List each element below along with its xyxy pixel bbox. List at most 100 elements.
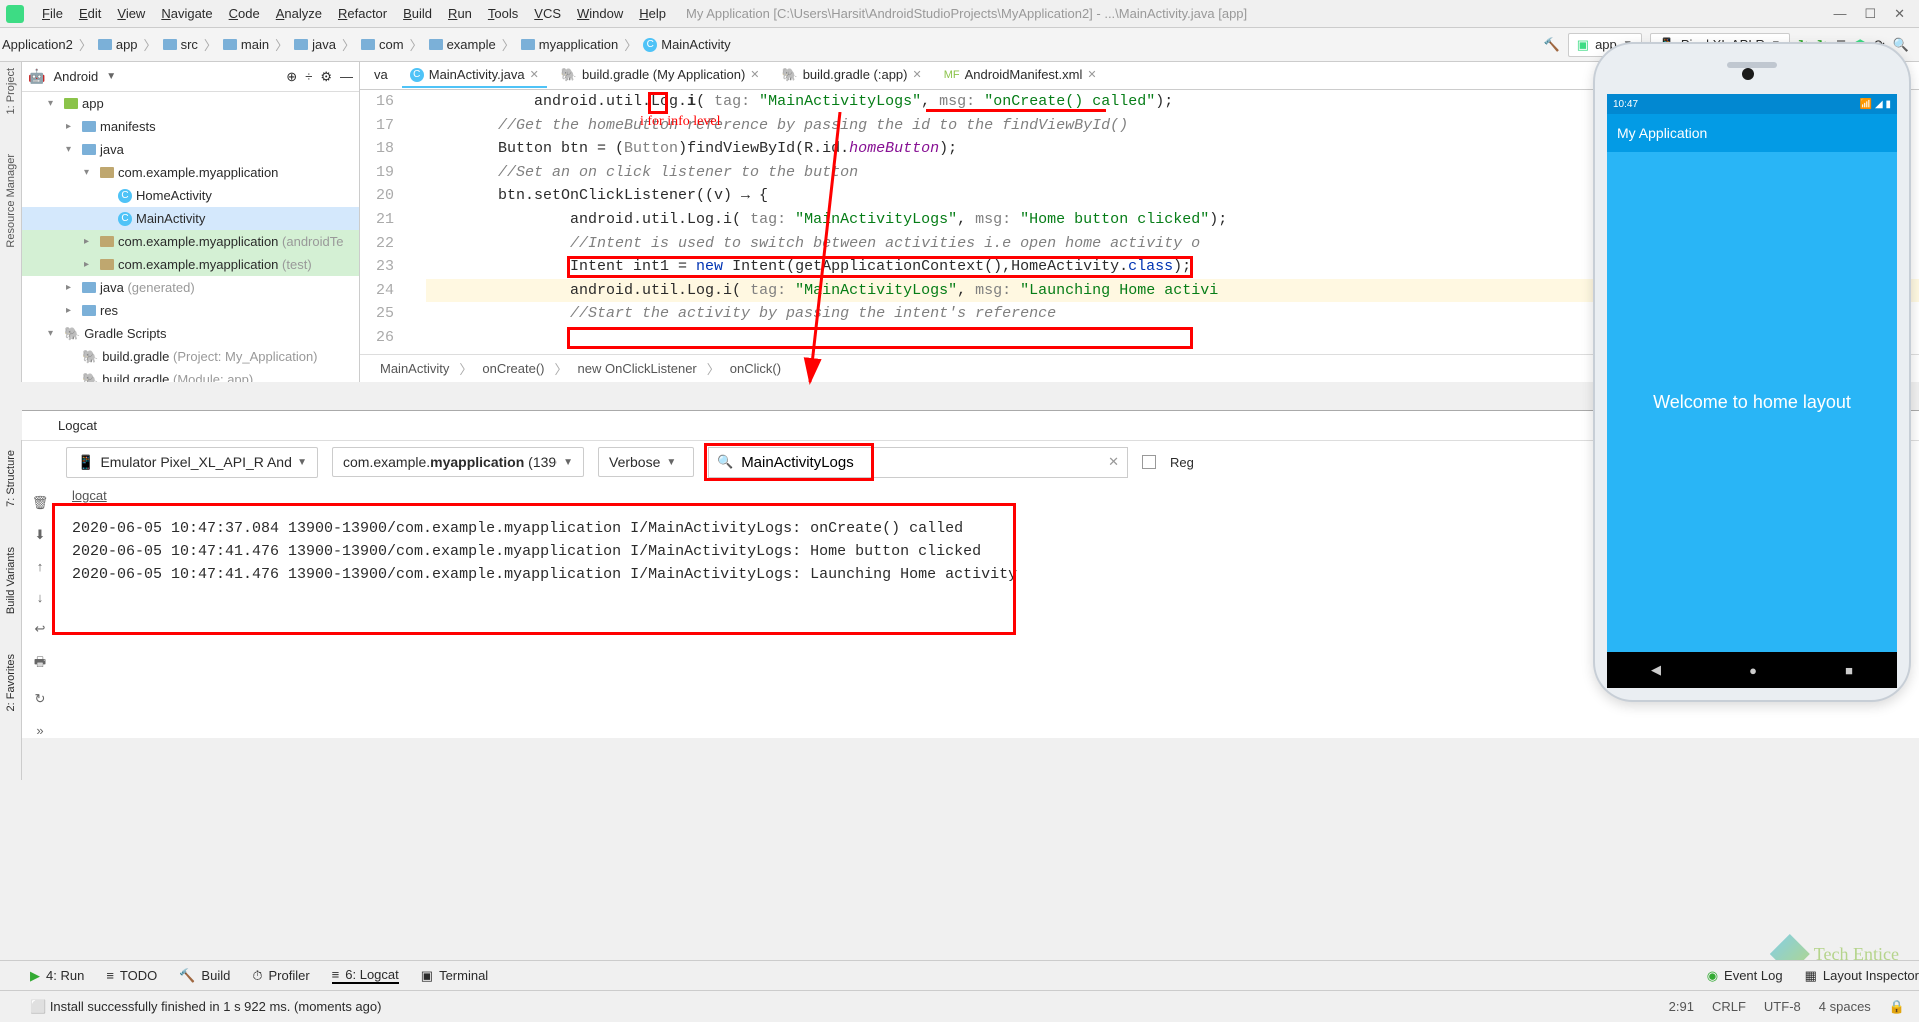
tree-node[interactable]: ▸java (generated) xyxy=(22,276,359,299)
tab-buildgradle-app[interactable]: 🐘build.gradle (:app)✕ xyxy=(774,63,930,89)
project-tree[interactable]: ▾app▸manifests▾java▾com.example.myapplic… xyxy=(22,92,359,382)
recents-icon[interactable]: ■ xyxy=(1845,663,1853,678)
menu-code[interactable]: Code xyxy=(221,2,268,25)
bc-class[interactable]: MainActivity xyxy=(380,361,449,376)
project-view-dropdown[interactable]: Android xyxy=(53,69,98,84)
menu-help[interactable]: Help xyxy=(631,2,674,25)
bc-main[interactable]: main xyxy=(223,37,269,52)
emulator-window[interactable]: 10:47 📶 ◢ ▮ My Application Welcome to ho… xyxy=(1593,42,1911,702)
toolwin-layoutinspector[interactable]: ▦Layout Inspector xyxy=(1805,968,1919,984)
encoding[interactable]: UTF-8 xyxy=(1764,999,1801,1015)
bc-app[interactable]: app xyxy=(98,37,138,52)
maximize-icon[interactable]: ☐ xyxy=(1864,6,1876,22)
tab-va[interactable]: va xyxy=(366,63,396,88)
chevron-down-icon[interactable]: ▼ xyxy=(106,71,116,82)
trash-icon[interactable]: 🗑 xyxy=(32,495,49,511)
tab-buildgradle-proj[interactable]: 🐘build.gradle (My Application)✕ xyxy=(553,63,768,89)
tree-node[interactable]: 🐘build.gradle (Project: My_Application) xyxy=(22,345,359,368)
status-message: ⬜ Install successfully finished in 1 s 9… xyxy=(30,999,381,1015)
bc-class[interactable]: CMainActivity xyxy=(643,37,730,52)
settings-icon[interactable]: ⚙ xyxy=(320,69,332,85)
close-icon[interactable]: ✕ xyxy=(750,68,759,81)
logcat-process-dropdown[interactable]: com.example.myapplication (1390▼ xyxy=(332,447,584,477)
bc-src[interactable]: src xyxy=(163,37,198,52)
bc-myapp[interactable]: myapplication xyxy=(521,37,619,52)
regex-checkbox[interactable] xyxy=(1142,455,1156,469)
menu-file[interactable]: File xyxy=(34,2,71,25)
tree-node[interactable]: ▸com.example.myapplication (test) xyxy=(22,253,359,276)
tree-node[interactable]: ▸manifests xyxy=(22,115,359,138)
collapse-icon[interactable]: ÷ xyxy=(305,69,312,84)
bc-java[interactable]: java xyxy=(294,37,336,52)
close-icon[interactable]: ✕ xyxy=(530,68,539,81)
logcat-search-input[interactable] xyxy=(741,454,1100,471)
rail-buildvariants[interactable]: Build Variants xyxy=(5,547,17,614)
menu-view[interactable]: View xyxy=(109,2,153,25)
toolwin-todo[interactable]: ≡TODO xyxy=(106,968,157,983)
clear-icon[interactable]: ✕ xyxy=(1108,454,1119,470)
line-gutter: 1617181920212223242526272829 xyxy=(360,90,402,354)
home-icon[interactable]: ● xyxy=(1749,663,1757,678)
toolwin-logcat[interactable]: ≡6: Logcat xyxy=(332,967,399,984)
target-icon[interactable]: ⊕ xyxy=(286,69,297,85)
up-icon[interactable]: ↑ xyxy=(37,559,44,574)
tree-node[interactable]: 🐘build.gradle (Module: app) xyxy=(22,368,359,382)
toolwin-profiler[interactable]: ⏱Profiler xyxy=(252,968,309,984)
toolwin-build[interactable]: 🔨Build xyxy=(179,968,230,984)
build-icon[interactable]: 🔨 xyxy=(1544,37,1560,53)
more-icon[interactable]: » xyxy=(36,723,43,738)
down-icon[interactable]: ↓ xyxy=(37,590,44,605)
minimize-icon[interactable]: — xyxy=(1833,6,1846,22)
menu-navigate[interactable]: Navigate xyxy=(153,2,220,25)
tree-node[interactable]: ▸com.example.myapplication (androidTe xyxy=(22,230,359,253)
bc-onclick[interactable]: onClick() xyxy=(730,361,781,376)
tree-node[interactable]: ▾java xyxy=(22,138,359,161)
emulator-screen[interactable]: 10:47 📶 ◢ ▮ My Application Welcome to ho… xyxy=(1607,94,1897,688)
toolwin-eventlog[interactable]: ◉Event Log xyxy=(1707,968,1783,984)
lock-icon[interactable]: 🔒 xyxy=(1889,999,1905,1015)
close-icon[interactable]: ✕ xyxy=(1894,6,1905,22)
bc-listener[interactable]: new OnClickListener xyxy=(578,361,697,376)
rail-resource-manager[interactable]: Resource Manager xyxy=(5,154,17,248)
bc-example[interactable]: example xyxy=(429,37,496,52)
caret-pos[interactable]: 2:91 xyxy=(1669,999,1694,1015)
back-icon[interactable]: ◀ xyxy=(1651,662,1661,678)
line-sep[interactable]: CRLF xyxy=(1712,999,1746,1015)
download-icon[interactable]: ⬇ xyxy=(35,527,46,543)
tree-node[interactable]: CMainActivity xyxy=(22,207,359,230)
rail-favorites[interactable]: 2: Favorites xyxy=(5,654,17,711)
tree-node[interactable]: CHomeActivity xyxy=(22,184,359,207)
bc-com[interactable]: com xyxy=(361,37,404,52)
menu-refactor[interactable]: Refactor xyxy=(330,2,395,25)
menu-build[interactable]: Build xyxy=(395,2,440,25)
menu-window[interactable]: Window xyxy=(569,2,631,25)
breadcrumb: Application2〉 app〉 src〉 main〉 java〉 com〉… xyxy=(2,35,1540,54)
logcat-search-box[interactable]: 🔍 ✕ xyxy=(708,447,1128,478)
hide-icon[interactable]: — xyxy=(340,69,353,84)
tab-mainactivity[interactable]: CMainActivity.java✕ xyxy=(402,63,547,88)
tree-node[interactable]: ▾🐘Gradle Scripts xyxy=(22,322,359,345)
wrap-icon[interactable]: ↩ xyxy=(35,621,46,637)
indent[interactable]: 4 spaces xyxy=(1819,999,1871,1015)
bc-method[interactable]: onCreate() xyxy=(482,361,544,376)
print-icon[interactable]: 🖶 xyxy=(34,653,46,675)
rail-project[interactable]: 1: Project xyxy=(5,68,17,114)
tab-manifest[interactable]: MFAndroidManifest.xml✕ xyxy=(936,63,1105,88)
logcat-level-dropdown[interactable]: Verbose▼ xyxy=(598,447,694,477)
bc-root[interactable]: Application2 xyxy=(2,37,73,52)
menu-analyze[interactable]: Analyze xyxy=(268,2,330,25)
tree-node[interactable]: ▸res xyxy=(22,299,359,322)
toolwin-terminal[interactable]: ▣Terminal xyxy=(421,968,488,984)
menu-vcs[interactable]: VCS xyxy=(526,2,569,25)
rail-structure[interactable]: 7: Structure xyxy=(5,450,17,507)
close-icon[interactable]: ✕ xyxy=(913,68,922,81)
tree-node[interactable]: ▾com.example.myapplication xyxy=(22,161,359,184)
restart-icon[interactable]: ↻ xyxy=(35,691,46,707)
tree-node[interactable]: ▾app xyxy=(22,92,359,115)
logcat-device-dropdown[interactable]: 📱Emulator Pixel_XL_API_R Android▼ xyxy=(66,447,318,478)
close-icon[interactable]: ✕ xyxy=(1087,68,1096,81)
menu-run[interactable]: Run xyxy=(440,2,480,25)
menu-edit[interactable]: Edit xyxy=(71,2,109,25)
menu-tools[interactable]: Tools xyxy=(480,2,526,25)
toolwin-run[interactable]: ▶4: Run xyxy=(30,968,84,984)
